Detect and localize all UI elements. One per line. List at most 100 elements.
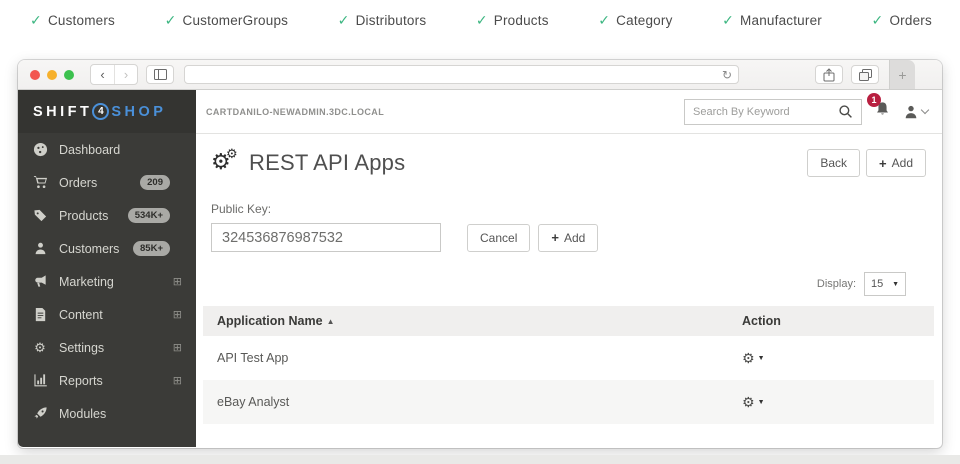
public-key-input[interactable] <box>211 223 441 252</box>
account-menu-button[interactable] <box>903 104 928 120</box>
chevron-down-icon <box>921 106 929 114</box>
form-add-button[interactable]: + Add <box>538 224 598 252</box>
page-title: REST API Apps <box>249 150 405 176</box>
logo-four-badge: 4 <box>92 103 109 120</box>
sidebar-item-label: Products <box>59 209 128 223</box>
app-name-cell: API Test App <box>217 351 742 365</box>
search-icon[interactable] <box>838 104 853 119</box>
browser-toolbar: ‹ › ↻ + <box>18 60 942 90</box>
shift4shop-logo[interactable]: SHIFT 4 SHOP <box>18 90 196 133</box>
sidebar-item-marketing[interactable]: Marketing ⊞ <box>18 265 196 298</box>
gear-icon: ⚙ <box>32 340 48 356</box>
back-button[interactable]: Back <box>807 149 860 177</box>
sidebar-item-content[interactable]: Content ⊞ <box>18 298 196 331</box>
sidebar-item-dashboard[interactable]: Dashboard <box>18 133 196 166</box>
status-label: Distributors <box>356 13 427 28</box>
sidebar-item-orders[interactable]: Orders 209 <box>18 166 196 199</box>
app-name-cell: eBay Analyst <box>217 395 742 409</box>
public-key-form: Public Key: Cancel + Add <box>211 202 926 252</box>
check-icon: ✓ <box>30 12 42 29</box>
sidebar-icon <box>154 69 167 80</box>
back-nav-button[interactable]: ‹ <box>91 65 114 84</box>
check-icon: ✓ <box>722 12 734 29</box>
admin-sidebar: SHIFT 4 SHOP Dashboard Orders 209 Produc… <box>18 90 196 447</box>
keyword-search-box <box>684 99 862 125</box>
row-action-menu[interactable]: ⚙ ▼ <box>742 350 920 367</box>
column-header-application-name[interactable]: Application Name ▲ <box>217 314 742 328</box>
close-button[interactable] <box>30 70 40 80</box>
add-app-button[interactable]: + Add <box>866 149 926 177</box>
status-item-category: ✓ Category <box>598 12 672 29</box>
expand-icon[interactable]: ⊞ <box>173 308 182 321</box>
cancel-button[interactable]: Cancel <box>467 224 530 252</box>
status-item-products: ✓ Products <box>476 12 549 29</box>
check-icon: ✓ <box>476 12 488 29</box>
status-label: CustomerGroups <box>183 13 289 28</box>
share-icon <box>823 68 835 82</box>
check-icon: ✓ <box>598 12 610 29</box>
public-key-label: Public Key: <box>211 202 926 216</box>
new-tab-button[interactable]: + <box>889 60 915 89</box>
status-item-customergroups: ✓ CustomerGroups <box>165 12 289 29</box>
sidebar-item-reports[interactable]: Reports ⊞ <box>18 364 196 397</box>
bar-chart-icon <box>32 373 48 389</box>
status-label: Products <box>494 13 549 28</box>
display-count-label: Display: <box>817 278 856 290</box>
customers-count-badge: 85K+ <box>133 241 170 256</box>
products-count-badge: 534K+ <box>128 208 170 223</box>
rocket-icon <box>32 406 48 422</box>
zoom-button[interactable] <box>64 70 74 80</box>
desktop-strip <box>0 455 960 464</box>
sidebar-item-label: Dashboard <box>59 143 182 157</box>
forward-nav-button[interactable]: › <box>114 65 137 84</box>
sidebar-item-modules[interactable]: Modules <box>18 397 196 430</box>
check-icon: ✓ <box>165 12 177 29</box>
gear-icon: ⚙ <box>742 394 755 411</box>
logo-text-shift: SHIFT <box>33 104 92 120</box>
status-label: Customers <box>48 13 115 28</box>
plus-icon: + <box>551 230 559 245</box>
sidebar-item-label: Settings <box>59 341 173 355</box>
url-bar[interactable]: ↻ <box>184 65 739 84</box>
tabs-overview-button[interactable] <box>851 65 879 84</box>
notification-count-badge: 1 <box>867 93 881 107</box>
check-icon: ✓ <box>338 12 350 29</box>
sidebar-item-settings[interactable]: ⚙ Settings ⊞ <box>18 331 196 364</box>
gears-icon: ⚙ ⚙ <box>211 149 241 177</box>
expand-icon[interactable]: ⊞ <box>173 275 182 288</box>
person-icon <box>32 241 48 257</box>
gear-icon: ⚙ <box>742 350 755 367</box>
window-controls <box>30 70 74 80</box>
sidebar-item-customers[interactable]: Customers 85K+ <box>18 232 196 265</box>
expand-icon[interactable]: ⊞ <box>173 374 182 387</box>
form-add-label: Add <box>564 231 585 245</box>
display-count-select[interactable]: 15 ▼ <box>864 272 906 296</box>
status-label: Manufacturer <box>740 13 822 28</box>
reload-icon[interactable]: ↻ <box>722 68 732 82</box>
share-button[interactable] <box>815 65 843 84</box>
table-header-row: Application Name ▲ Action <box>203 306 934 336</box>
table-row: eBay Analyst ⚙ ▼ <box>203 380 934 424</box>
minimize-button[interactable] <box>47 70 57 80</box>
tags-icon <box>32 208 48 224</box>
add-button-label: Add <box>892 156 913 170</box>
plus-icon: + <box>879 156 887 171</box>
cart-icon <box>32 175 48 191</box>
tabs-icon <box>859 69 872 81</box>
admin-top-header: CARTDANILO-NEWADMIN.3DC.LOCAL 1 <box>196 90 942 134</box>
browser-window: ‹ › ↻ + SHIFT 4 SHOP <box>18 60 942 448</box>
sidebar-item-label: Content <box>59 308 173 322</box>
sidebar-toggle-button[interactable] <box>146 65 174 84</box>
sidebar-item-products[interactable]: Products 534K+ <box>18 199 196 232</box>
caret-down-icon: ▼ <box>758 355 765 362</box>
sidebar-item-label: Marketing <box>59 275 173 289</box>
sort-asc-icon: ▲ <box>327 317 335 326</box>
check-icon: ✓ <box>872 12 884 29</box>
search-input[interactable] <box>693 106 838 118</box>
row-action-menu[interactable]: ⚙ ▼ <box>742 394 920 411</box>
status-label: Category <box>616 13 672 28</box>
status-item-distributors: ✓ Distributors <box>338 12 427 29</box>
dashboard-icon <box>32 142 48 158</box>
notifications-button[interactable]: 1 <box>874 101 891 123</box>
expand-icon[interactable]: ⊞ <box>173 341 182 354</box>
